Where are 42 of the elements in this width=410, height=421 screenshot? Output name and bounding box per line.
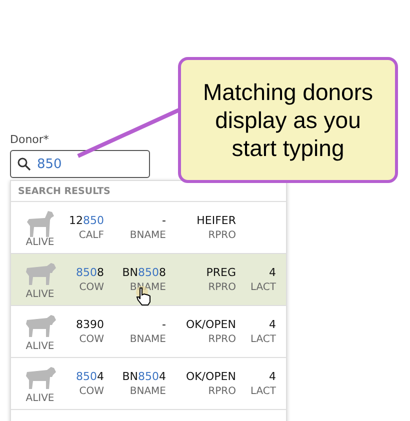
search-icon <box>17 157 31 171</box>
id-label: COW <box>79 334 104 345</box>
repro-label: RPRO <box>208 386 236 397</box>
id-label: CALF <box>78 230 104 241</box>
search-field[interactable]: 850 <box>10 150 150 178</box>
result-row[interactable]: ALIVE 8508 COW BN8508 BNAME PREG RPRO 4 LACT <box>11 254 286 306</box>
status-label: ALIVE <box>26 393 54 404</box>
callout-box: Matching donors display as you start typing <box>178 57 398 183</box>
lactation-label: LACT <box>250 334 276 345</box>
status-label: ALIVE <box>26 289 54 300</box>
status-label: ALIVE <box>26 237 54 248</box>
result-row[interactable]: ALIVE 8390 COW - BNAME OK/OPEN RPRO 4 LACT <box>11 306 286 358</box>
repro-value: OK/OPEN <box>186 318 236 331</box>
repro-value: HEIFER <box>196 214 236 227</box>
bname-label: BNAME <box>130 282 166 293</box>
lactation-value: 4 <box>269 318 276 331</box>
repro-label: RPRO <box>208 334 236 345</box>
bname-value: BN8508 <box>122 266 166 279</box>
id-label: COW <box>79 386 104 397</box>
repro-value: OK/OPEN <box>186 370 236 383</box>
repro-label: RPRO <box>208 282 236 293</box>
field-label: Donor* <box>10 133 49 146</box>
bname-value: - <box>162 214 166 227</box>
result-row[interactable]: ALIVE 8504 COW BN8504 BNAME OK/OPEN RPRO 4 LACT <box>11 358 286 410</box>
animal-id: 12850 <box>69 214 104 227</box>
bname-label: BNAME <box>130 386 166 397</box>
repro-value: PREG <box>206 266 236 279</box>
search-input[interactable]: 850 <box>37 156 127 172</box>
bname-label: BNAME <box>130 334 166 345</box>
bname-label: BNAME <box>130 230 166 241</box>
repro-label: RPRO <box>208 230 236 241</box>
lactation-label: LACT <box>250 386 276 397</box>
status-label: ALIVE <box>26 341 54 352</box>
lactation-value: 4 <box>269 370 276 383</box>
animal-id: 8508 <box>76 266 104 279</box>
id-label: COW <box>79 282 104 293</box>
lactation-value: 4 <box>269 266 276 279</box>
bname-value: BN8504 <box>122 370 166 383</box>
bname-value: - <box>162 318 166 331</box>
animal-id: 8504 <box>76 370 104 383</box>
animal-id: 8390 <box>76 318 104 331</box>
lactation-label: LACT <box>250 282 276 293</box>
